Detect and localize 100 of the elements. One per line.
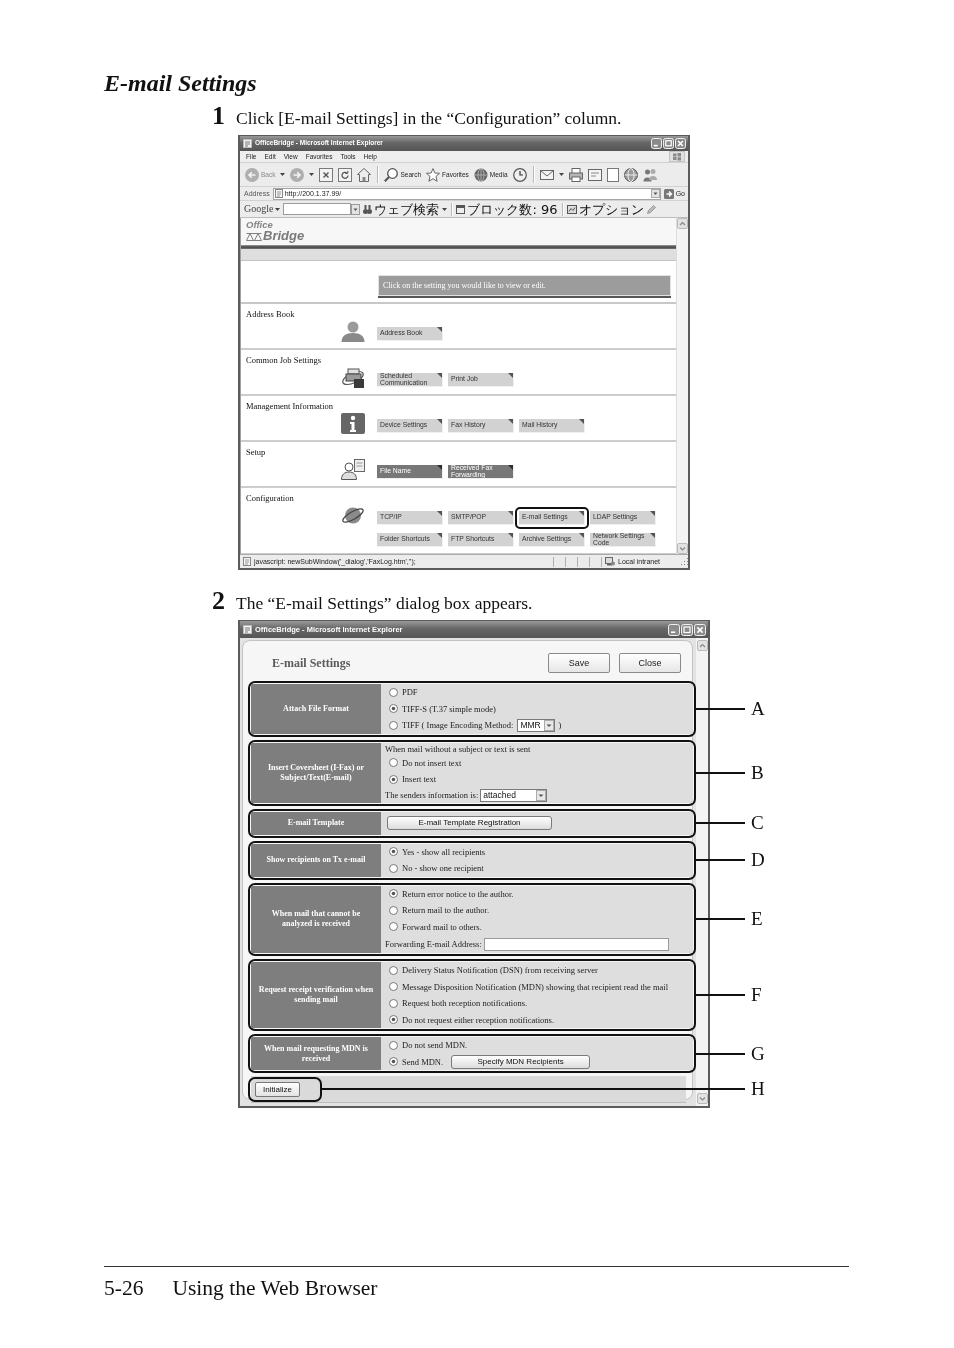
dialog-button[interactable]: Save	[548, 653, 610, 673]
search-icon	[384, 167, 399, 182]
radio-button[interactable]	[389, 965, 398, 975]
callout-letter: E	[751, 909, 763, 930]
close-icon[interactable]	[675, 138, 686, 149]
printer-icon	[341, 367, 365, 388]
option-label: Forward mail to others.	[402, 921, 482, 932]
corner-triangle-icon	[579, 533, 584, 538]
maximize-icon[interactable]	[663, 138, 674, 149]
dropdown[interactable]: attached	[480, 788, 548, 802]
step-instruction: Click [E-mail Settings] in the “Configuration” column.	[236, 107, 622, 130]
radio-button[interactable]	[389, 889, 398, 899]
maximize-icon[interactable]	[681, 623, 693, 636]
radio-button[interactable]	[389, 863, 398, 873]
minimize-icon[interactable]	[668, 623, 680, 636]
row-header-cell: When mail requesting MDN is received	[251, 1037, 381, 1070]
caret-icon	[275, 207, 281, 211]
person-document-icon	[341, 459, 365, 480]
callout-letter: B	[751, 762, 764, 783]
dialog-button[interactable]: Specify MDN Recipients	[451, 1054, 591, 1069]
option-label: PDF	[402, 687, 418, 698]
callout-letter: D	[751, 850, 765, 870]
dialog-button[interactable]: Close	[619, 653, 681, 673]
document-icon[interactable]	[587, 168, 602, 181]
initialize-button[interactable]: Initialize	[255, 1081, 300, 1097]
info-icon	[341, 413, 365, 434]
row-header-cell: Insert Coversheet (I-Fax) or Subject/Text(E-mail)	[251, 742, 381, 803]
scroll-down-arrow-icon[interactable]	[696, 1093, 708, 1104]
scrollbar[interactable]	[696, 638, 708, 1106]
corner-triangle-icon	[508, 373, 513, 378]
radio-button[interactable]	[389, 998, 398, 1008]
caret-icon[interactable]	[558, 173, 564, 176]
callout-letter: G	[751, 1043, 765, 1064]
options-button[interactable]: オプション	[566, 201, 644, 217]
people-icon[interactable]	[642, 167, 657, 182]
scroll-up-arrow-icon[interactable]	[696, 640, 708, 651]
option-label: Message Disposition Notification (MDN) showing that recipient read the mail	[402, 981, 669, 992]
scrollbar[interactable]	[676, 218, 688, 554]
input-field[interactable]	[483, 937, 669, 951]
page-icon	[243, 625, 252, 634]
radio-button[interactable]	[389, 1057, 398, 1067]
blank-page-icon[interactable]	[606, 167, 619, 182]
dropdown-arrow-icon[interactable]	[650, 189, 660, 198]
caret-icon[interactable]	[280, 173, 286, 176]
caret-icon[interactable]	[442, 207, 448, 211]
dialog-button[interactable]: E-mail Template Registration	[387, 816, 552, 830]
corner-triangle-icon	[508, 533, 513, 538]
globe-icon[interactable]	[623, 167, 638, 182]
callout-letter: A	[751, 698, 765, 719]
refresh-icon[interactable]	[338, 167, 353, 182]
binoculars-icon	[363, 204, 373, 214]
step-instruction: The “E-mail Settings” dialog box appears.	[236, 592, 533, 615]
radio-button[interactable]	[389, 847, 398, 857]
caret-icon[interactable]	[309, 173, 315, 176]
row-header-cell: When mail that cannot be analyzed is received	[251, 885, 381, 953]
option-label: TIFF-S (T.37 simple mode)	[402, 703, 496, 714]
blocked-count-button[interactable]: ブロック数: 96	[456, 201, 558, 217]
corner-triangle-icon	[508, 419, 513, 424]
step-number: 1	[212, 104, 225, 128]
option-label: )	[558, 720, 562, 731]
radio-button[interactable]	[389, 720, 398, 730]
step-number: 2	[212, 589, 225, 613]
callout-letter: F	[751, 985, 762, 1005]
close-icon[interactable]	[694, 623, 706, 636]
radio-button[interactable]	[389, 687, 398, 697]
person-silhouette-icon	[341, 321, 365, 342]
pencil-icon[interactable]	[646, 204, 656, 214]
search-field[interactable]	[283, 203, 352, 215]
field-label: The senders information is:	[385, 790, 479, 800]
radio-button[interactable]	[389, 922, 398, 932]
scroll-down-arrow-icon[interactable]	[677, 543, 688, 554]
option-label: Request both reception notifications.	[402, 998, 528, 1009]
radio-button[interactable]	[389, 905, 398, 915]
description-text: When mail without a subject or text is sent	[385, 743, 531, 754]
radio-button[interactable]	[389, 1015, 398, 1025]
computer-icon	[605, 557, 615, 566]
corner-triangle-icon	[437, 373, 442, 378]
logo-text: Bridge	[263, 229, 305, 243]
radio-button[interactable]	[389, 758, 398, 768]
minimize-icon[interactable]	[651, 138, 662, 149]
corner-triangle-icon	[437, 511, 442, 516]
scroll-up-arrow-icon[interactable]	[677, 218, 688, 229]
radio-button[interactable]	[389, 774, 398, 784]
printer-icon[interactable]	[568, 167, 583, 182]
logo-menu-button[interactable]: Google	[244, 203, 281, 215]
dropdown[interactable]: MMR	[517, 718, 556, 732]
planet-icon	[341, 505, 365, 526]
star-icon	[426, 167, 441, 182]
document-x-icon[interactable]	[319, 167, 334, 182]
footer-title: Using the Web Browser	[172, 1276, 378, 1300]
resize-grip-icon	[680, 557, 688, 566]
radio-button[interactable]	[389, 1040, 398, 1050]
option-label: Delivery Status Notification (DSN) from receiving server	[402, 965, 598, 976]
window-icon	[456, 204, 466, 214]
radio-button[interactable]	[389, 982, 398, 992]
radio-button[interactable]	[389, 704, 398, 714]
clock-icon[interactable]	[512, 167, 527, 182]
envelope-icon[interactable]	[539, 169, 554, 180]
house-icon[interactable]	[357, 167, 372, 182]
web-search-button[interactable]: ウェブ検索	[363, 201, 440, 217]
